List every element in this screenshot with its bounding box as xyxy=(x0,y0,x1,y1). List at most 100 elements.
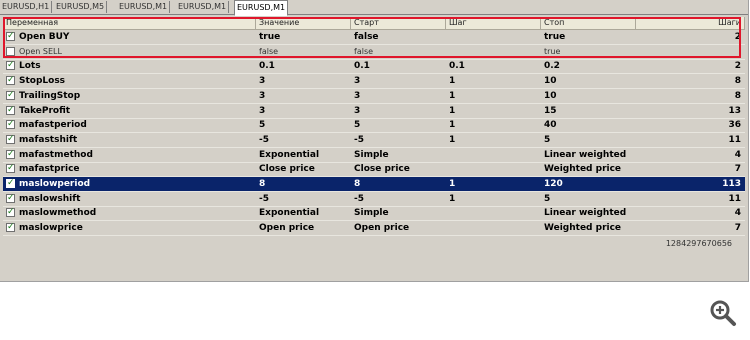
cell-start[interactable]: Close price xyxy=(351,162,446,176)
cell-start[interactable]: Open price xyxy=(351,221,446,235)
chart-tab[interactable]: EURUSD,M5 xyxy=(54,1,108,13)
table-row[interactable]: ✓ mafastperiod 5 5 1 40 36 xyxy=(3,118,745,134)
cell-start[interactable]: -5 xyxy=(351,192,446,206)
cell-start[interactable]: -5 xyxy=(351,133,446,147)
chart-tab[interactable]: EURUSD,M1 xyxy=(176,1,230,13)
column-header-steps[interactable]: Шаги xyxy=(636,17,745,29)
cell-step[interactable] xyxy=(446,221,541,235)
cell-value[interactable]: Exponential xyxy=(256,148,351,162)
cell-start[interactable]: 8 xyxy=(351,177,446,191)
column-header-start[interactable]: Старт xyxy=(351,17,446,29)
row-checkbox[interactable]: ✓ xyxy=(6,193,15,203)
cell-steps[interactable]: 36 xyxy=(636,118,745,132)
cell-stop[interactable]: 15 xyxy=(541,104,636,118)
cell-stop[interactable]: 5 xyxy=(541,133,636,147)
cell-step[interactable]: 1 xyxy=(446,104,541,118)
cell-steps[interactable]: 8 xyxy=(636,74,745,88)
cell-start[interactable]: false xyxy=(351,45,446,59)
table-row[interactable]: ✓ mafastprice Close price Close price Weight… xyxy=(3,162,745,178)
cell-steps[interactable]: 7 xyxy=(636,221,745,235)
cell-stop[interactable]: true xyxy=(541,45,636,59)
row-checkbox[interactable] xyxy=(6,46,15,56)
table-row[interactable]: ✓ maslowprice Open price Open price Weighted… xyxy=(3,221,745,237)
cell-value[interactable]: 0.1 xyxy=(256,59,351,73)
cell-value[interactable]: -5 xyxy=(256,133,351,147)
table-row[interactable]: ✓ maslowshift -5 -5 1 5 11 xyxy=(3,192,745,207)
table-row[interactable]: ✓ TakeProfit 3 3 1 15 13 xyxy=(3,104,745,119)
cell-value[interactable]: false xyxy=(256,45,351,59)
cell-start[interactable]: Simple xyxy=(351,148,446,162)
cell-step[interactable]: 1 xyxy=(446,177,541,191)
table-row[interactable]: ✓ Lots 0.1 0.1 0.1 0.2 2 xyxy=(3,59,745,75)
cell-start[interactable]: 0.1 xyxy=(351,59,446,73)
row-checkbox[interactable]: ✓ xyxy=(6,105,15,115)
cell-start[interactable]: Simple xyxy=(351,206,446,220)
cell-steps[interactable]: 2 xyxy=(636,59,745,73)
row-checkbox[interactable]: ✓ xyxy=(6,207,15,218)
cell-stop[interactable]: 0.2 xyxy=(541,59,636,73)
cell-value[interactable]: true xyxy=(256,30,351,44)
row-checkbox[interactable]: ✓ xyxy=(6,60,15,71)
cell-steps[interactable]: 4 xyxy=(636,206,745,220)
row-checkbox[interactable]: ✓ xyxy=(6,134,15,144)
cell-value[interactable]: 3 xyxy=(256,89,351,103)
cell-stop[interactable]: Weighted price xyxy=(541,162,636,176)
column-header-stop[interactable]: Стоп xyxy=(541,17,636,29)
cell-steps[interactable]: 8 xyxy=(636,89,745,103)
row-checkbox[interactable]: ✓ xyxy=(6,31,15,41)
cell-start[interactable]: 3 xyxy=(351,104,446,118)
cell-value[interactable]: Exponential xyxy=(256,206,351,220)
cell-steps[interactable]: 113 xyxy=(636,177,745,191)
chart-tab[interactable]: EURUSD,M1 xyxy=(117,1,171,13)
row-checkbox[interactable]: ✓ xyxy=(6,75,15,86)
cell-step[interactable] xyxy=(446,148,541,162)
cell-stop[interactable]: true xyxy=(541,30,636,44)
zoom-in-icon[interactable] xyxy=(709,299,737,327)
cell-step[interactable]: 1 xyxy=(446,133,541,147)
cell-steps[interactable]: 11 xyxy=(636,133,745,147)
table-row[interactable]: ✓ Open BUY true false true 2 xyxy=(3,30,745,45)
table-row[interactable]: Open SELL false false true xyxy=(3,45,745,60)
cell-value[interactable]: Open price xyxy=(256,221,351,235)
chart-tab-active[interactable]: EURUSD,M1 xyxy=(234,0,289,16)
cell-steps[interactable]: 4 xyxy=(636,148,745,162)
cell-stop[interactable]: 10 xyxy=(541,89,636,103)
cell-stop[interactable]: Linear weighted xyxy=(541,148,636,162)
chart-tab[interactable]: EURUSD,H1 xyxy=(0,1,53,13)
table-row[interactable]: ✓ mafastshift -5 -5 1 5 11 xyxy=(3,133,745,148)
cell-start[interactable]: 3 xyxy=(351,89,446,103)
row-checkbox[interactable]: ✓ xyxy=(6,163,15,174)
row-checkbox[interactable]: ✓ xyxy=(6,222,15,233)
cell-step[interactable]: 1 xyxy=(446,118,541,132)
cell-value[interactable]: 8 xyxy=(256,177,351,191)
cell-step[interactable]: 0.1 xyxy=(446,59,541,73)
cell-value[interactable]: Close price xyxy=(256,162,351,176)
table-row[interactable]: ✓ maslowmethod Exponential Simple Linear wei… xyxy=(3,206,745,222)
column-header-value[interactable]: Значение xyxy=(256,17,351,29)
cell-start[interactable]: 3 xyxy=(351,74,446,88)
cell-step[interactable] xyxy=(446,162,541,176)
table-row[interactable]: ✓ TrailingStop 3 3 1 10 8 xyxy=(3,89,745,104)
cell-value[interactable]: 3 xyxy=(256,74,351,88)
cell-step[interactable]: 1 xyxy=(446,192,541,206)
cell-step[interactable]: 1 xyxy=(446,89,541,103)
cell-stop[interactable]: Weighted price xyxy=(541,221,636,235)
table-row[interactable]: ✓ maslowperiod 8 8 1 120 113 xyxy=(3,177,745,192)
cell-stop[interactable]: Linear weighted xyxy=(541,206,636,220)
cell-start[interactable]: false xyxy=(351,30,446,44)
cell-value[interactable]: 5 xyxy=(256,118,351,132)
cell-value[interactable]: 3 xyxy=(256,104,351,118)
column-header-step[interactable]: Шаг xyxy=(446,17,541,29)
cell-step[interactable]: 1 xyxy=(446,74,541,88)
cell-stop[interactable]: 10 xyxy=(541,74,636,88)
row-checkbox[interactable]: ✓ xyxy=(6,90,15,100)
cell-start[interactable]: 5 xyxy=(351,118,446,132)
row-checkbox[interactable]: ✓ xyxy=(6,178,15,188)
table-row[interactable]: ✓ mafastmethod Exponential Simple Linear wei… xyxy=(3,148,745,163)
cell-steps[interactable]: 13 xyxy=(636,104,745,118)
cell-steps[interactable]: 11 xyxy=(636,192,745,206)
cell-step[interactable] xyxy=(446,30,541,44)
table-row[interactable]: ✓ StopLoss 3 3 1 10 8 xyxy=(3,74,745,90)
cell-steps[interactable]: 7 xyxy=(636,162,745,176)
cell-step[interactable] xyxy=(446,206,541,220)
